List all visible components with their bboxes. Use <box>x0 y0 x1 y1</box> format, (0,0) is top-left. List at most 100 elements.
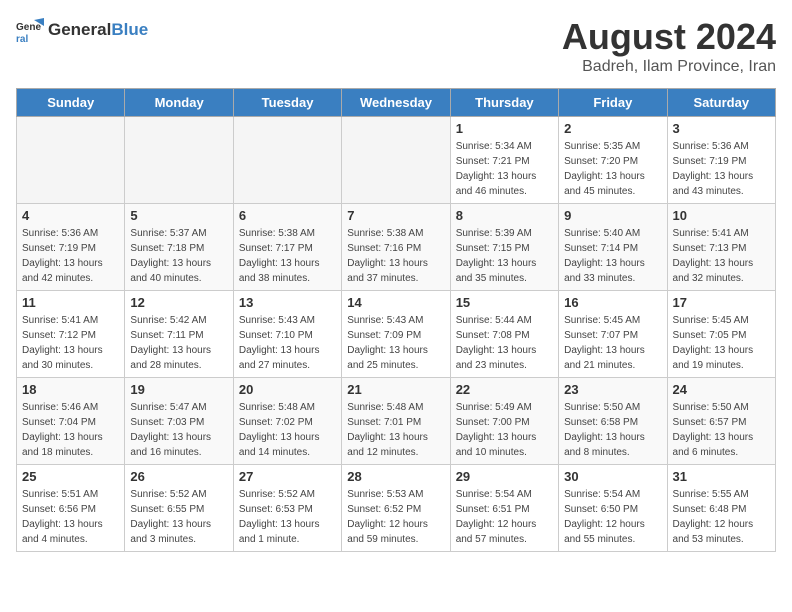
day-info: Sunrise: 5:43 AMSunset: 7:10 PMDaylight:… <box>239 313 336 373</box>
day-cell: 7 Sunrise: 5:38 AMSunset: 7:16 PMDayligh… <box>342 204 450 291</box>
day-cell: 12 Sunrise: 5:42 AMSunset: 7:11 PMDaylig… <box>125 291 233 378</box>
week-row-5: 25 Sunrise: 5:51 AMSunset: 6:56 PMDaylig… <box>17 465 776 552</box>
day-number: 16 <box>564 295 661 310</box>
day-info: Sunrise: 5:51 AMSunset: 6:56 PMDaylight:… <box>22 487 119 547</box>
day-number: 23 <box>564 382 661 397</box>
day-cell: 24 Sunrise: 5:50 AMSunset: 6:57 PMDaylig… <box>667 378 775 465</box>
day-info: Sunrise: 5:47 AMSunset: 7:03 PMDaylight:… <box>130 400 227 460</box>
day-cell: 9 Sunrise: 5:40 AMSunset: 7:14 PMDayligh… <box>559 204 667 291</box>
day-cell: 27 Sunrise: 5:52 AMSunset: 6:53 PMDaylig… <box>233 465 341 552</box>
day-info: Sunrise: 5:38 AMSunset: 7:17 PMDaylight:… <box>239 226 336 286</box>
day-number: 1 <box>456 121 553 136</box>
day-number: 14 <box>347 295 444 310</box>
day-info: Sunrise: 5:54 AMSunset: 6:50 PMDaylight:… <box>564 487 661 547</box>
day-number: 11 <box>22 295 119 310</box>
logo: Gene ral GeneralBlue <box>16 16 148 44</box>
day-cell: 28 Sunrise: 5:53 AMSunset: 6:52 PMDaylig… <box>342 465 450 552</box>
day-number: 25 <box>22 469 119 484</box>
day-info: Sunrise: 5:41 AMSunset: 7:12 PMDaylight:… <box>22 313 119 373</box>
day-cell: 15 Sunrise: 5:44 AMSunset: 7:08 PMDaylig… <box>450 291 558 378</box>
header-friday: Friday <box>559 89 667 117</box>
day-number: 6 <box>239 208 336 223</box>
day-info: Sunrise: 5:48 AMSunset: 7:01 PMDaylight:… <box>347 400 444 460</box>
day-number: 10 <box>673 208 770 223</box>
header-saturday: Saturday <box>667 89 775 117</box>
day-cell: 11 Sunrise: 5:41 AMSunset: 7:12 PMDaylig… <box>17 291 125 378</box>
day-info: Sunrise: 5:39 AMSunset: 7:15 PMDaylight:… <box>456 226 553 286</box>
day-cell <box>342 117 450 204</box>
day-info: Sunrise: 5:50 AMSunset: 6:58 PMDaylight:… <box>564 400 661 460</box>
month-title: August 2024 <box>562 16 776 58</box>
week-row-4: 18 Sunrise: 5:46 AMSunset: 7:04 PMDaylig… <box>17 378 776 465</box>
day-number: 19 <box>130 382 227 397</box>
day-number: 31 <box>673 469 770 484</box>
day-cell: 3 Sunrise: 5:36 AMSunset: 7:19 PMDayligh… <box>667 117 775 204</box>
day-number: 27 <box>239 469 336 484</box>
day-number: 17 <box>673 295 770 310</box>
day-info: Sunrise: 5:44 AMSunset: 7:08 PMDaylight:… <box>456 313 553 373</box>
day-number: 20 <box>239 382 336 397</box>
day-number: 4 <box>22 208 119 223</box>
day-cell: 17 Sunrise: 5:45 AMSunset: 7:05 PMDaylig… <box>667 291 775 378</box>
day-number: 7 <box>347 208 444 223</box>
day-info: Sunrise: 5:40 AMSunset: 7:14 PMDaylight:… <box>564 226 661 286</box>
day-cell: 30 Sunrise: 5:54 AMSunset: 6:50 PMDaylig… <box>559 465 667 552</box>
day-info: Sunrise: 5:35 AMSunset: 7:20 PMDaylight:… <box>564 139 661 199</box>
day-info: Sunrise: 5:45 AMSunset: 7:05 PMDaylight:… <box>673 313 770 373</box>
day-info: Sunrise: 5:45 AMSunset: 7:07 PMDaylight:… <box>564 313 661 373</box>
week-row-2: 4 Sunrise: 5:36 AMSunset: 7:19 PMDayligh… <box>17 204 776 291</box>
day-cell: 23 Sunrise: 5:50 AMSunset: 6:58 PMDaylig… <box>559 378 667 465</box>
day-info: Sunrise: 5:55 AMSunset: 6:48 PMDaylight:… <box>673 487 770 547</box>
day-cell: 31 Sunrise: 5:55 AMSunset: 6:48 PMDaylig… <box>667 465 775 552</box>
day-cell: 25 Sunrise: 5:51 AMSunset: 6:56 PMDaylig… <box>17 465 125 552</box>
day-info: Sunrise: 5:46 AMSunset: 7:04 PMDaylight:… <box>22 400 119 460</box>
day-cell: 4 Sunrise: 5:36 AMSunset: 7:19 PMDayligh… <box>17 204 125 291</box>
calendar-table: SundayMondayTuesdayWednesdayThursdayFrid… <box>16 88 776 552</box>
header-row: SundayMondayTuesdayWednesdayThursdayFrid… <box>17 89 776 117</box>
day-info: Sunrise: 5:54 AMSunset: 6:51 PMDaylight:… <box>456 487 553 547</box>
day-info: Sunrise: 5:41 AMSunset: 7:13 PMDaylight:… <box>673 226 770 286</box>
day-info: Sunrise: 5:34 AMSunset: 7:21 PMDaylight:… <box>456 139 553 199</box>
header-tuesday: Tuesday <box>233 89 341 117</box>
day-info: Sunrise: 5:52 AMSunset: 6:55 PMDaylight:… <box>130 487 227 547</box>
location-title: Badreh, Ilam Province, Iran <box>562 58 776 76</box>
day-info: Sunrise: 5:49 AMSunset: 7:00 PMDaylight:… <box>456 400 553 460</box>
logo-icon: Gene ral <box>16 16 44 44</box>
day-number: 18 <box>22 382 119 397</box>
day-number: 22 <box>456 382 553 397</box>
day-cell: 26 Sunrise: 5:52 AMSunset: 6:55 PMDaylig… <box>125 465 233 552</box>
day-number: 29 <box>456 469 553 484</box>
day-number: 2 <box>564 121 661 136</box>
day-cell: 18 Sunrise: 5:46 AMSunset: 7:04 PMDaylig… <box>17 378 125 465</box>
day-info: Sunrise: 5:36 AMSunset: 7:19 PMDaylight:… <box>22 226 119 286</box>
header-wednesday: Wednesday <box>342 89 450 117</box>
header-sunday: Sunday <box>17 89 125 117</box>
day-cell: 21 Sunrise: 5:48 AMSunset: 7:01 PMDaylig… <box>342 378 450 465</box>
day-number: 28 <box>347 469 444 484</box>
svg-text:Gene: Gene <box>16 22 41 33</box>
day-number: 9 <box>564 208 661 223</box>
day-number: 26 <box>130 469 227 484</box>
day-cell: 29 Sunrise: 5:54 AMSunset: 6:51 PMDaylig… <box>450 465 558 552</box>
day-cell: 14 Sunrise: 5:43 AMSunset: 7:09 PMDaylig… <box>342 291 450 378</box>
week-row-1: 1 Sunrise: 5:34 AMSunset: 7:21 PMDayligh… <box>17 117 776 204</box>
day-number: 21 <box>347 382 444 397</box>
day-info: Sunrise: 5:48 AMSunset: 7:02 PMDaylight:… <box>239 400 336 460</box>
day-info: Sunrise: 5:43 AMSunset: 7:09 PMDaylight:… <box>347 313 444 373</box>
day-info: Sunrise: 5:52 AMSunset: 6:53 PMDaylight:… <box>239 487 336 547</box>
day-cell: 8 Sunrise: 5:39 AMSunset: 7:15 PMDayligh… <box>450 204 558 291</box>
day-number: 5 <box>130 208 227 223</box>
day-cell: 20 Sunrise: 5:48 AMSunset: 7:02 PMDaylig… <box>233 378 341 465</box>
day-info: Sunrise: 5:53 AMSunset: 6:52 PMDaylight:… <box>347 487 444 547</box>
day-cell <box>17 117 125 204</box>
logo-general: General <box>48 20 111 39</box>
day-number: 24 <box>673 382 770 397</box>
day-info: Sunrise: 5:50 AMSunset: 6:57 PMDaylight:… <box>673 400 770 460</box>
day-cell: 1 Sunrise: 5:34 AMSunset: 7:21 PMDayligh… <box>450 117 558 204</box>
day-cell: 10 Sunrise: 5:41 AMSunset: 7:13 PMDaylig… <box>667 204 775 291</box>
day-cell: 19 Sunrise: 5:47 AMSunset: 7:03 PMDaylig… <box>125 378 233 465</box>
day-cell: 13 Sunrise: 5:43 AMSunset: 7:10 PMDaylig… <box>233 291 341 378</box>
day-info: Sunrise: 5:37 AMSunset: 7:18 PMDaylight:… <box>130 226 227 286</box>
day-info: Sunrise: 5:42 AMSunset: 7:11 PMDaylight:… <box>130 313 227 373</box>
week-row-3: 11 Sunrise: 5:41 AMSunset: 7:12 PMDaylig… <box>17 291 776 378</box>
